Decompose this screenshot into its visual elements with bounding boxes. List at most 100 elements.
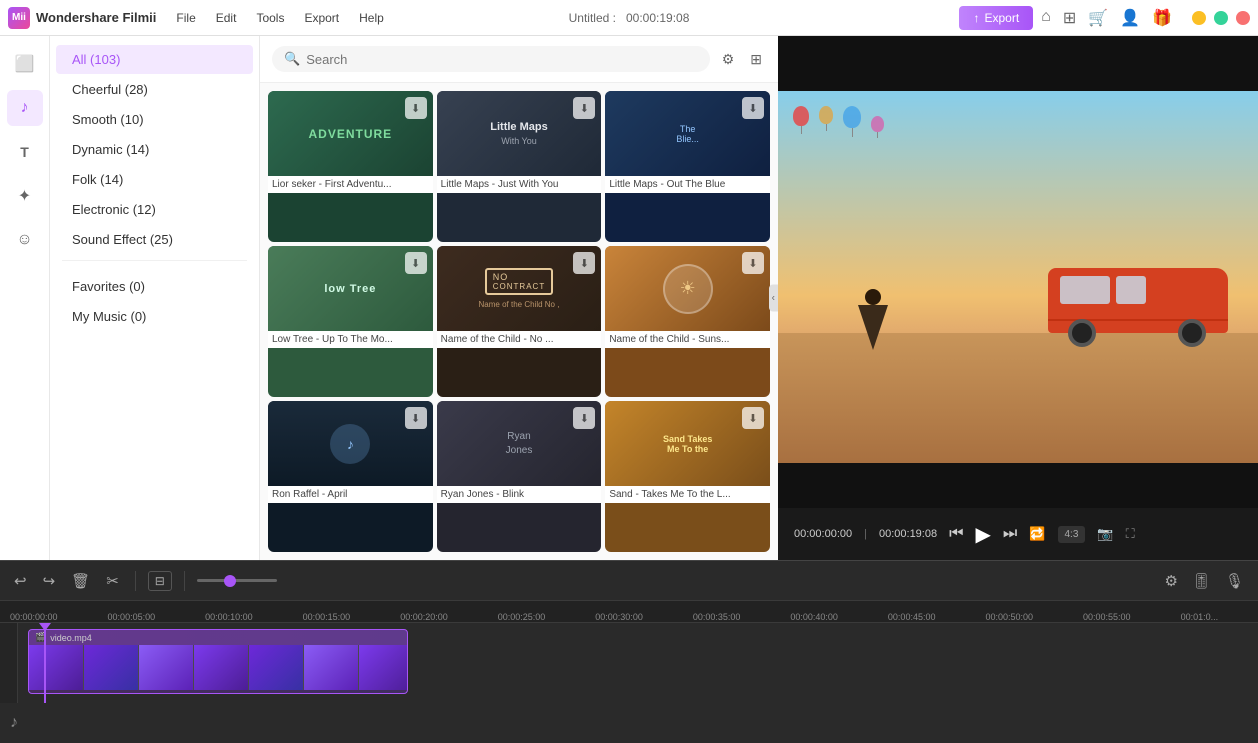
ruler-time-25: 00:00:25:00 bbox=[498, 612, 546, 622]
redo-btn[interactable]: ↪ bbox=[39, 568, 60, 594]
zoom-slider[interactable] bbox=[197, 579, 277, 582]
ruler-time-45: 00:00:45:00 bbox=[888, 612, 936, 622]
timeline-ruler: 00:00:00:00 00:00:05:00 00:00:10:00 00:0… bbox=[0, 601, 1258, 623]
category-sound-effect[interactable]: Sound Effect (25) bbox=[56, 225, 253, 254]
card-4-title: Low Tree - Up To The Mo... bbox=[268, 331, 433, 348]
category-folk[interactable]: Folk (14) bbox=[56, 165, 253, 194]
user-icon[interactable]: 👤 bbox=[1120, 8, 1140, 28]
category-cheerful[interactable]: Cheerful (28) bbox=[56, 75, 253, 104]
card-5-download-btn[interactable]: ⬇ bbox=[573, 252, 595, 274]
split-btn[interactable]: ⊟ bbox=[148, 571, 172, 591]
toolbar-divider-1 bbox=[135, 571, 136, 591]
fullscreen-btn[interactable]: ⛶ bbox=[1126, 526, 1135, 542]
category-all[interactable]: All (103) bbox=[56, 45, 253, 74]
card-1-title: Lior seker - First Adventu... bbox=[268, 176, 433, 193]
voice-record-btn[interactable]: 🎙 bbox=[1221, 568, 1248, 594]
card-2-download-btn[interactable]: ⬇ bbox=[573, 97, 595, 119]
bookmark-icon[interactable]: ⊞ bbox=[1063, 8, 1076, 28]
play-btn[interactable]: ▶ bbox=[976, 522, 991, 547]
undo-btn[interactable]: ↩ bbox=[10, 568, 31, 594]
video-clip[interactable]: 🎬 video.mp4 bbox=[28, 629, 408, 694]
export-button[interactable]: ↑ Export bbox=[959, 6, 1033, 30]
music-track-row: ♪ bbox=[0, 703, 1258, 743]
filter-icon[interactable]: ⚙ bbox=[718, 47, 739, 72]
card-1-download-btn[interactable]: ⬇ bbox=[405, 97, 427, 119]
balloons bbox=[793, 106, 884, 138]
skip-back-btn[interactable]: ⏮ bbox=[949, 525, 963, 543]
track-label bbox=[0, 623, 18, 703]
music-card-7[interactable]: ♪ ⬇ Ron Raffel - April bbox=[268, 401, 433, 552]
card-6-download-btn[interactable]: ⬇ bbox=[742, 252, 764, 274]
card-7-download-btn[interactable]: ⬇ bbox=[405, 407, 427, 429]
window-controls: — □ × bbox=[1192, 11, 1250, 25]
music-card-6[interactable]: ☀ ⬇ Name of the Child - Suns... bbox=[605, 246, 770, 397]
card-8-label: RyanJones bbox=[506, 430, 533, 458]
close-button[interactable]: × bbox=[1236, 11, 1250, 25]
screenshot-btn[interactable]: 📷 bbox=[1097, 526, 1113, 542]
sidebar-media-btn[interactable]: ⬜ bbox=[7, 46, 43, 82]
menu-export[interactable]: Export bbox=[296, 7, 347, 29]
van-wheel-left bbox=[1068, 319, 1096, 347]
sidebar-effects-btn[interactable]: ✦ bbox=[7, 178, 43, 214]
minimize-button[interactable]: — bbox=[1192, 11, 1206, 25]
cart-icon[interactable]: 🛒 bbox=[1088, 8, 1108, 28]
card-8-download-btn[interactable]: ⬇ bbox=[573, 407, 595, 429]
category-favorites[interactable]: Favorites (0) bbox=[56, 272, 253, 301]
cut-btn[interactable]: ✂ bbox=[102, 568, 123, 594]
menu-tools[interactable]: Tools bbox=[248, 7, 292, 29]
card-3-title: Little Maps - Out The Blue bbox=[605, 176, 770, 193]
main-layout: ⬜ ♪ T ✦ ☺ All (103) Cheerful (28) Smooth… bbox=[0, 36, 1258, 560]
sidebar-emoji-btn[interactable]: ☺ bbox=[7, 222, 43, 258]
emoji-icon: ☺ bbox=[16, 231, 32, 249]
music-note-icon: ♪ bbox=[21, 99, 29, 117]
category-divider bbox=[62, 260, 247, 261]
card-5-title: Name of the Child - No ... bbox=[437, 331, 602, 348]
category-smooth[interactable]: Smooth (10) bbox=[56, 105, 253, 134]
playhead-arrow bbox=[39, 623, 51, 631]
category-my-music[interactable]: My Music (0) bbox=[56, 302, 253, 331]
grid-view-icon[interactable]: ⊞ bbox=[746, 47, 766, 72]
favorites-section: Favorites (0) My Music (0) bbox=[50, 267, 259, 340]
timeline-playhead[interactable] bbox=[44, 623, 46, 703]
sidebar-music-btn[interactable]: ♪ bbox=[7, 90, 43, 126]
music-card-9[interactable]: Sand TakesMe To the ⬇ Sand - Takes Me To… bbox=[605, 401, 770, 552]
clip-thumb-2 bbox=[84, 645, 139, 690]
card-4-download-btn[interactable]: ⬇ bbox=[405, 252, 427, 274]
category-electronic[interactable]: Electronic (12) bbox=[56, 195, 253, 224]
replay-btn[interactable]: 🔁 bbox=[1029, 526, 1045, 542]
clip-thumb-6 bbox=[304, 645, 359, 690]
ruler-time-35: 00:00:35:00 bbox=[693, 612, 741, 622]
gift-icon[interactable]: 🎁 bbox=[1152, 8, 1172, 28]
collapse-panel-btn[interactable]: ‹ bbox=[769, 285, 778, 312]
audio-settings-btn[interactable]: 🎚 bbox=[1188, 568, 1215, 594]
music-card-1[interactable]: ADVENTURE ⬇ Lior seker - First Adventu..… bbox=[268, 91, 433, 242]
title-bar-right: ↑ Export ⌂ ⊞ 🛒 👤 🎁 — □ × bbox=[959, 6, 1250, 30]
maximize-button[interactable]: □ bbox=[1214, 11, 1228, 25]
search-input[interactable] bbox=[306, 52, 698, 67]
music-card-4[interactable]: low Tree ⬇ Low Tree - Up To The Mo... bbox=[268, 246, 433, 397]
skip-forward-btn[interactable]: ⏭ bbox=[1003, 525, 1017, 543]
music-card-2[interactable]: Little Maps With You ⬇ Little Maps - Jus… bbox=[437, 91, 602, 242]
menu-edit[interactable]: Edit bbox=[208, 7, 245, 29]
music-card-3[interactable]: TheBlie... ⬇ Little Maps - Out The Blue bbox=[605, 91, 770, 242]
track-settings-btn[interactable]: ⚙ bbox=[1160, 568, 1181, 594]
music-card-5[interactable]: NO CONTRACT Name of the Child No , ⬇ Nam… bbox=[437, 246, 602, 397]
card-9-download-btn[interactable]: ⬇ bbox=[742, 407, 764, 429]
preview-black-bottom bbox=[778, 463, 1258, 508]
menu-file[interactable]: File bbox=[168, 7, 203, 29]
video-track-row: 🎬 video.mp4 bbox=[0, 623, 1258, 703]
menu-help[interactable]: Help bbox=[351, 7, 392, 29]
clip-thumb-7 bbox=[359, 645, 407, 690]
export-label: Export bbox=[984, 11, 1019, 25]
timeline-toolbar: ↩ ↪ 🗑 ✂ ⊟ ⚙ 🎚 🎙 bbox=[0, 561, 1258, 601]
delete-btn[interactable]: 🗑 bbox=[67, 568, 94, 594]
card-6-icon: ☀ bbox=[680, 278, 696, 299]
preview-bg bbox=[778, 91, 1258, 463]
category-dynamic[interactable]: Dynamic (14) bbox=[56, 135, 253, 164]
card-3-download-btn[interactable]: ⬇ bbox=[742, 97, 764, 119]
home-icon[interactable]: ⌂ bbox=[1041, 8, 1051, 28]
music-card-8[interactable]: RyanJones ⬇ Ryan Jones - Blink bbox=[437, 401, 602, 552]
music-categories: All (103) Cheerful (28) Smooth (10) Dyna… bbox=[50, 36, 259, 560]
sidebar-text-btn[interactable]: T bbox=[7, 134, 43, 170]
toolbar-divider-2 bbox=[184, 571, 185, 591]
